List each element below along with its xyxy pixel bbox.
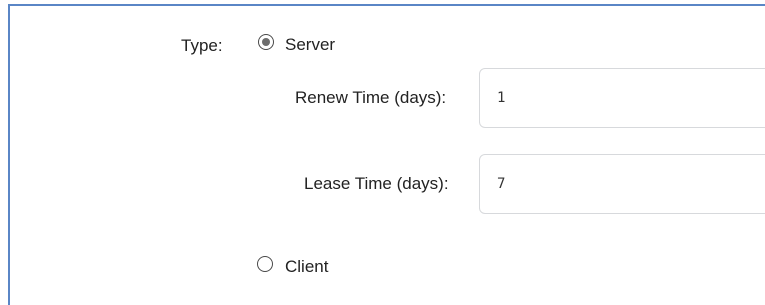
client-radio[interactable] [257,256,273,272]
server-radio[interactable] [258,34,274,50]
client-radio-label[interactable]: Client [285,257,328,277]
dhcp-settings-panel: Type: Server Renew Time (days): Lease Ti… [0,0,765,305]
panel-border-top [8,4,765,6]
lease-time-label: Lease Time (days): [304,174,449,193]
server-radio-label[interactable]: Server [285,35,335,55]
lease-time-input[interactable] [479,154,765,214]
renew-time-label: Renew Time (days): [295,88,447,107]
type-label: Type: [181,36,223,55]
panel-border-left [8,4,10,305]
renew-time-input[interactable] [479,68,765,128]
